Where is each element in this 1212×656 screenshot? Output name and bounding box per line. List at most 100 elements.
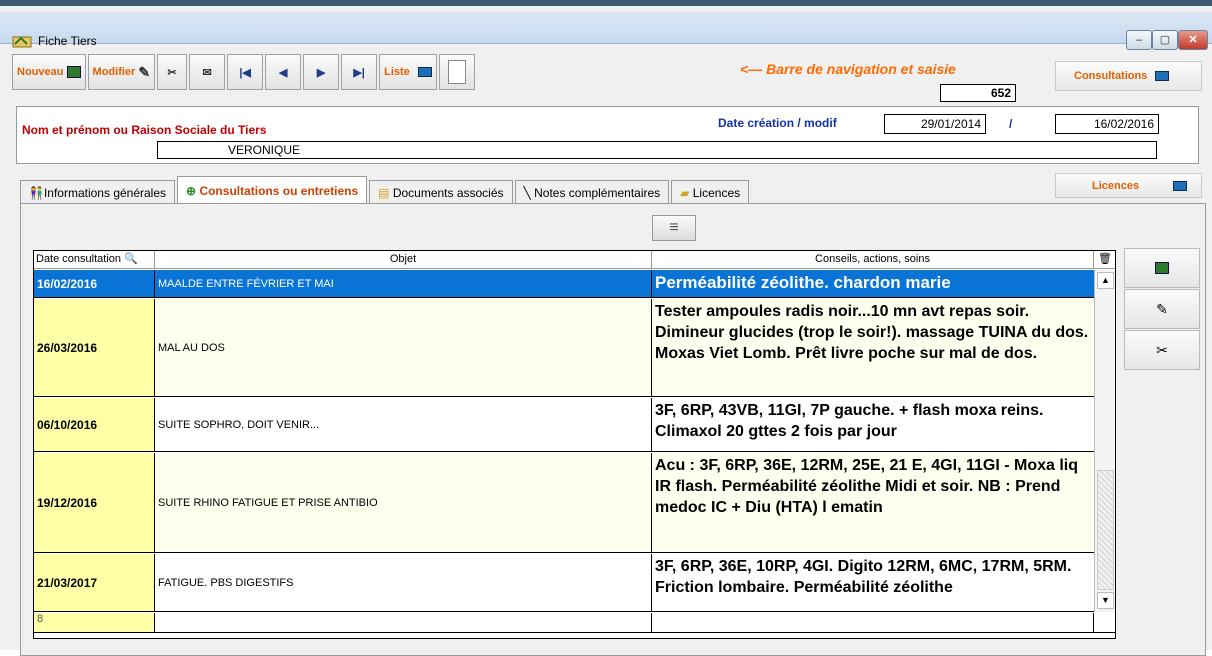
tab-documents[interactable]: ▤ Documents associés — [369, 180, 513, 204]
last-icon: ▶| — [353, 66, 365, 79]
add-consultation-button[interactable] — [1124, 248, 1200, 288]
cell-date: 19/12/2016 — [34, 453, 155, 552]
magnifier-icon[interactable]: 🔍 — [124, 253, 138, 265]
cell-objet: MAL AU DOS — [155, 299, 652, 396]
consultations-button[interactable]: Consultations — [1055, 61, 1202, 91]
cell-new-conseils[interactable] — [652, 613, 1094, 632]
documents-icon: ▤ — [378, 185, 390, 200]
delete-consultation-button[interactable]: ✂ — [1124, 330, 1200, 370]
tab-documents-label: Documents associés — [392, 185, 504, 200]
tab-informations[interactable]: 👫 Informations générales — [20, 180, 176, 204]
table-row[interactable]: 16/02/2016 MAALDE ENTRE FÉVRIER ET MAI P… — [34, 270, 1094, 298]
licences-label: Licences — [1092, 179, 1140, 192]
consultations-table: Date consultation 🔍 Objet Conseils, acti… — [33, 250, 1116, 639]
vertical-scrollbar[interactable]: ▲ ▼ — [1094, 270, 1115, 612]
side-action-buttons: ✎ ✂ — [1124, 248, 1200, 371]
table-header: Date consultation 🔍 Objet Conseils, acti… — [34, 251, 1115, 269]
cell-objet: SUITE RHINO FATIGUE ET PRISE ANTIBIO — [155, 453, 652, 552]
eraser-icon: ✂ — [167, 66, 177, 79]
table-row[interactable]: 19/12/2016 SUITE RHINO FATIGUE ET PRISE … — [34, 453, 1094, 553]
header-date-label: Date consultation — [36, 253, 121, 265]
table-row[interactable]: 26/03/2016 MAL AU DOS Tester ampoules ra… — [34, 299, 1094, 397]
header-conseils[interactable]: Conseils, actions, soins — [652, 251, 1094, 268]
app-window: Fiche Tiers – ▢ ✕ Nouveau Modifier ✎ ✂ ✉… — [0, 0, 1212, 656]
people-icon: 👫 — [29, 185, 44, 200]
folder-icon: ▰ — [680, 185, 690, 200]
header-date[interactable]: Date consultation 🔍 — [34, 251, 155, 268]
liste-button[interactable]: Liste — [379, 54, 437, 90]
menu-button[interactable]: ≡ — [652, 215, 696, 241]
modifier-label: Modifier — [92, 66, 136, 78]
cell-objet: FATIGUE. PBS DIGESTIFS — [155, 554, 652, 611]
last-record-button[interactable]: ▶| — [341, 54, 378, 90]
nouveau-label: Nouveau — [17, 66, 64, 78]
grid-icon — [1173, 180, 1188, 191]
scroll-up-icon[interactable]: ▲ — [1097, 272, 1114, 289]
modifier-button[interactable]: Modifier ✎ — [87, 54, 156, 90]
header-conseils-label: Conseils, actions, soins — [815, 253, 930, 265]
app-icon — [12, 34, 32, 48]
cell-date: 26/03/2016 — [34, 299, 155, 396]
date-separator: / — [1009, 117, 1013, 131]
record-number: 652 — [940, 84, 1016, 102]
edit-icon: ✎ — [1156, 300, 1168, 317]
nom-field[interactable]: VERONIQUE — [157, 141, 1157, 159]
header-objet[interactable]: Objet — [155, 251, 652, 268]
cell-date: 21/03/2017 — [34, 554, 155, 611]
date-modif-field[interactable]: 16/02/2016 — [1055, 114, 1159, 134]
list-icon — [417, 67, 432, 77]
header-options[interactable]: 🗑 — [1094, 251, 1115, 268]
date-label: Date création / modif — [718, 116, 837, 130]
first-icon: |◀ — [239, 66, 251, 79]
edit-icon: ✎ — [138, 63, 151, 80]
next-record-button[interactable]: ▶ — [303, 54, 340, 90]
consultations-label: Consultations — [1074, 70, 1148, 82]
comment-button[interactable]: ✉ — [189, 54, 226, 90]
minimize-button[interactable]: – — [1126, 30, 1152, 50]
tab-bar: 👫 Informations générales ⊕ Consultations … — [20, 176, 751, 204]
maximize-button[interactable]: ▢ — [1152, 30, 1178, 50]
first-record-button[interactable]: |◀ — [227, 54, 264, 90]
toolbar: Nouveau Modifier ✎ ✂ ✉ |◀ ◀ ▶ ▶| Liste — [12, 52, 477, 92]
grid-icon — [1155, 71, 1170, 81]
licences-button[interactable]: Licences — [1055, 173, 1202, 198]
cell-conseils: 3F, 6RP, 36E, 10RP, 4GI. Digito 12RM, 6M… — [655, 558, 1072, 596]
cell-conseils: 3F, 6RP, 43VB, 11GI, 7P gauche. + flash … — [655, 402, 1044, 440]
previous-icon: ◀ — [278, 66, 288, 79]
tab-notes-label: Notes complémentaires — [534, 185, 661, 200]
tab-notes[interactable]: ╲ Notes complémentaires — [514, 180, 670, 204]
speech-bubble-icon: ✉ — [202, 66, 212, 79]
page-button[interactable] — [438, 54, 475, 90]
tab-licences-label: Licences — [692, 185, 741, 200]
scroll-down-icon[interactable]: ▼ — [1097, 592, 1114, 609]
cell-date: 16/02/2016 — [34, 270, 155, 297]
delete-button[interactable]: ✂ — [157, 54, 188, 90]
cell-new-row-number: 8 — [34, 613, 155, 632]
cell-date: 06/10/2016 — [34, 398, 155, 451]
add-icon — [1155, 262, 1169, 274]
cell-objet: SUITE SOPHRO, DOIT VENIR... — [155, 398, 652, 451]
new-row[interactable]: 8 — [34, 613, 1115, 633]
edit-consultation-button[interactable]: ✎ — [1124, 289, 1200, 329]
title-bar: Fiche Tiers – ▢ ✕ — [0, 12, 1212, 50]
cell-new-objet[interactable] — [155, 613, 652, 632]
date-creation-field[interactable]: 29/01/2014 — [884, 114, 986, 134]
nouveau-button[interactable]: Nouveau — [12, 54, 86, 90]
trash-icon[interactable]: 🗑 — [1098, 253, 1112, 265]
prev-record-button[interactable]: ◀ — [265, 54, 302, 90]
nom-label: Nom et prénom ou Raison Sociale du Tiers — [22, 123, 267, 137]
tab-licences[interactable]: ▰ Licences — [671, 180, 750, 204]
cell-conseils: Perméabilité zéolithe. chardon marie — [652, 270, 1094, 297]
tab-consultations-label: Consultations ou entretiens — [199, 183, 359, 198]
window-title: Fiche Tiers — [38, 34, 97, 48]
new-record-icon — [66, 66, 81, 78]
scroll-thumb[interactable] — [1097, 470, 1114, 590]
tab-consultations[interactable]: ⊕ Consultations ou entretiens — [177, 176, 368, 204]
table-row[interactable]: 21/03/2017 FATIGUE. PBS DIGESTIFS 3F, 6R… — [34, 554, 1094, 612]
nav-bar-label: <— Barre de navigation et saisie — [740, 61, 956, 77]
close-button[interactable]: ✕ — [1178, 30, 1208, 50]
plus-icon: ⊕ — [186, 183, 197, 198]
next-icon: ▶ — [316, 66, 326, 79]
eraser-icon: ✂ — [1156, 341, 1168, 358]
table-row[interactable]: 06/10/2016 SUITE SOPHRO, DOIT VENIR... 3… — [34, 398, 1094, 452]
